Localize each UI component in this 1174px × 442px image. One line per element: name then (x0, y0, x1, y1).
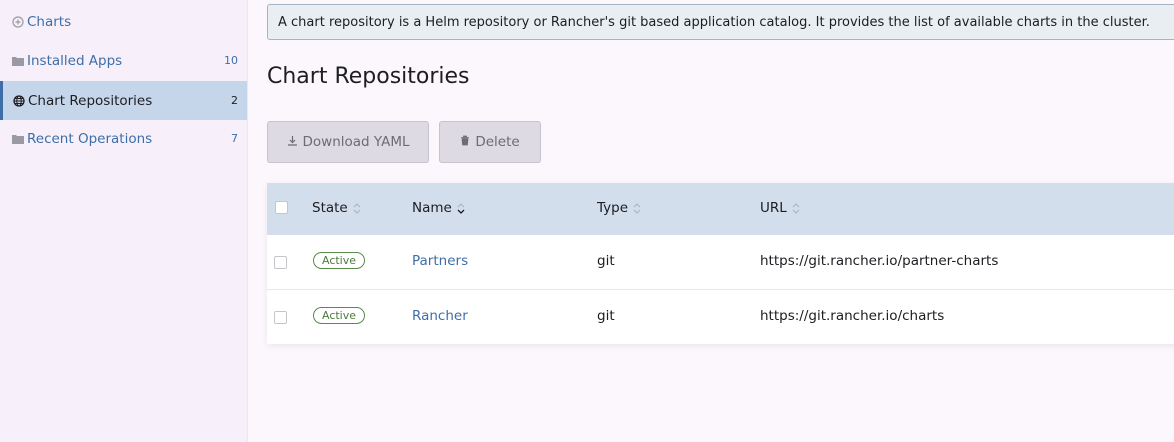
column-header-state[interactable]: State (312, 200, 361, 216)
sidebar-item-count: 10 (224, 54, 238, 67)
column-header-label: Name (412, 200, 452, 216)
sidebar-item-label: Charts (27, 13, 72, 30)
sidebar: Charts Installed Apps 10 Chart Repositor… (0, 0, 248, 442)
sort-icon (457, 202, 465, 214)
folder-icon (12, 132, 26, 146)
sidebar-item-count: 2 (231, 94, 238, 107)
column-header-label: State (312, 200, 348, 216)
column-header-name[interactable]: Name (412, 200, 465, 216)
sort-icon (633, 202, 641, 214)
sidebar-item-count: 7 (231, 132, 238, 145)
delete-button[interactable]: Delete (439, 121, 541, 163)
sidebar-item-label: Installed Apps (27, 52, 123, 69)
sidebar-item-recent-operations[interactable]: Recent Operations 7 (0, 119, 247, 158)
repo-url: https://git.rancher.io/charts (760, 308, 945, 324)
page-title: Chart Repositories (267, 64, 470, 89)
column-header-type[interactable]: Type (597, 200, 641, 216)
column-header-url[interactable]: URL (760, 200, 800, 216)
trash-icon (460, 134, 470, 150)
sort-icon (353, 202, 361, 214)
table-header: State Name Type URL (267, 183, 1174, 235)
select-all-checkbox[interactable] (275, 201, 288, 214)
download-yaml-button[interactable]: Download YAML (267, 121, 429, 163)
row-checkbox[interactable] (274, 311, 287, 324)
sort-icon (792, 202, 800, 214)
column-header-label: Type (597, 200, 629, 216)
info-banner: A chart repository is a Helm repository … (267, 4, 1174, 40)
status-badge: Active (313, 307, 365, 324)
repo-name-link[interactable]: Partners (412, 253, 468, 269)
sidebar-item-charts[interactable]: Charts (0, 2, 247, 41)
download-yaml-label: Download YAML (302, 134, 410, 150)
row-checkbox[interactable] (274, 256, 287, 269)
info-banner-text: A chart repository is a Helm repository … (278, 14, 1150, 30)
folder-icon (12, 54, 26, 68)
column-header-label: URL (760, 200, 787, 216)
table-row: Active Partners git https://git.rancher.… (267, 235, 1174, 289)
repo-name-link[interactable]: Rancher (412, 308, 468, 324)
chart-repositories-table: State Name Type URL Active Partners git … (267, 183, 1174, 344)
table-row: Active Rancher git https://git.rancher.i… (267, 289, 1174, 344)
download-icon (287, 134, 298, 150)
repo-url: https://git.rancher.io/partner-charts (760, 253, 999, 269)
repo-type: git (597, 308, 615, 324)
sidebar-item-label: Recent Operations (27, 130, 153, 147)
sidebar-item-installed-apps[interactable]: Installed Apps 10 (0, 41, 247, 80)
globe-icon (13, 94, 27, 108)
status-badge: Active (313, 252, 365, 269)
delete-label: Delete (475, 134, 520, 150)
sidebar-item-label: Chart Repositories (28, 92, 153, 109)
repo-type: git (597, 253, 615, 269)
sidebar-item-chart-repositories[interactable]: Chart Repositories 2 (0, 81, 247, 120)
plus-circle-icon (12, 15, 26, 29)
